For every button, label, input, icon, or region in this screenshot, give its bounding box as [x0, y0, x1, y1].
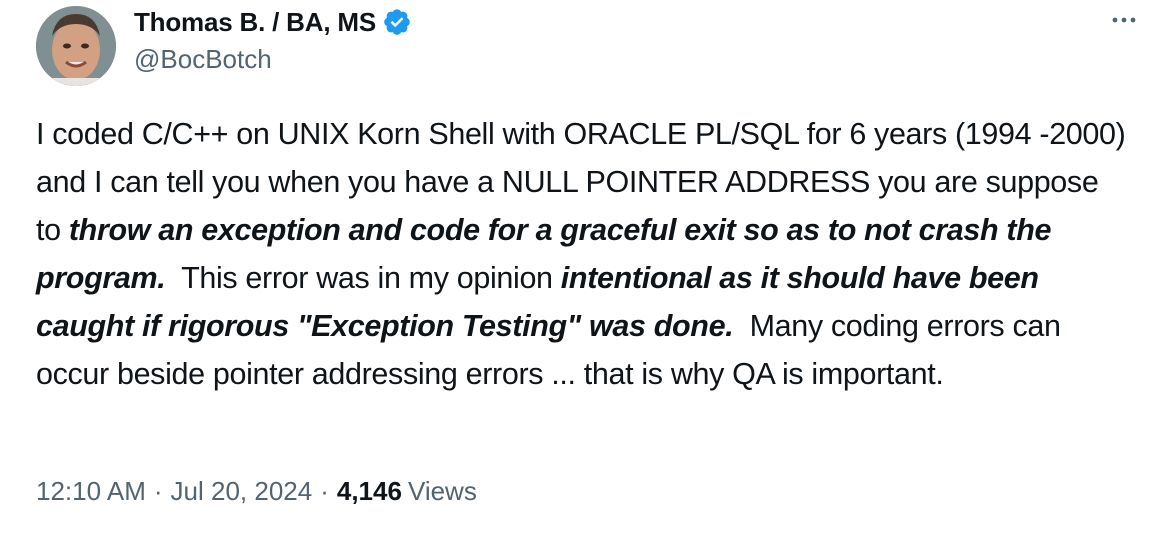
- views-count[interactable]: 4,146: [337, 476, 402, 507]
- more-dots-icon[interactable]: [1110, 12, 1138, 32]
- tweet-text-segment: This error was in my opinion: [165, 261, 561, 295]
- author-handle[interactable]: @BocBotch: [134, 44, 272, 75]
- views-label: Views: [407, 476, 477, 506]
- avatar[interactable]: [36, 6, 116, 86]
- tweet-date[interactable]: Jul 20, 2024: [171, 476, 313, 507]
- tweet-time[interactable]: 12:10 AM: [36, 476, 146, 507]
- tweet-text: I coded C/C++ on UNIX Korn Shell with OR…: [36, 110, 1126, 398]
- author-name-row: Thomas B. / BA, MS: [134, 4, 412, 40]
- author-display-name[interactable]: Thomas B. / BA, MS: [134, 7, 376, 38]
- tweet-card: Thomas B. / BA, MS @BocBotch I coded C/C…: [0, 0, 1152, 540]
- verified-badge-icon[interactable]: [382, 7, 412, 37]
- meta-separator: ·: [153, 476, 163, 506]
- tweet-meta: 12:10 AM · Jul 20, 2024 · 4,146 Views: [36, 476, 477, 507]
- meta-separator: ·: [320, 476, 329, 506]
- avatar-image: [36, 6, 116, 86]
